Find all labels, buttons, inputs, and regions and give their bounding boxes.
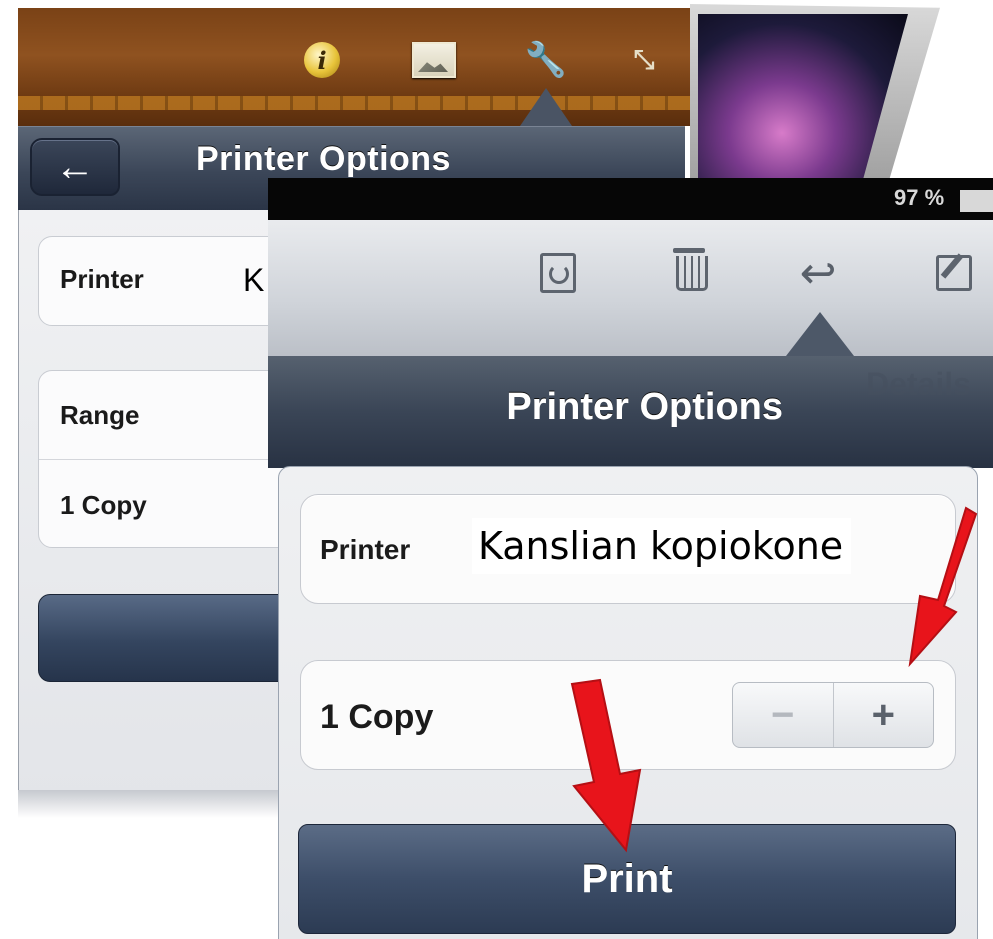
- back-print-button[interactable]: [38, 594, 300, 682]
- increment-button[interactable]: +: [834, 683, 934, 747]
- popover-title: Printer Options: [506, 386, 783, 428]
- back-arrow-icon: ←: [55, 144, 95, 189]
- wood-toolbar-trim: [18, 96, 696, 110]
- details-ghost-text: Details: [866, 366, 971, 402]
- info-icon[interactable]: i: [300, 38, 344, 82]
- reply-icon[interactable]: ↩: [798, 249, 838, 298]
- popover-pointer: [786, 312, 854, 356]
- printer-value: Kanslian kopiokone: [472, 518, 852, 574]
- copies-stepper: − +: [732, 682, 934, 748]
- battery-icon: [960, 190, 993, 212]
- battery-percent: 97 %: [894, 185, 945, 210]
- back-printer-value: K: [243, 262, 265, 298]
- wrench-icon[interactable]: 🔧: [524, 38, 568, 82]
- back-popover-title: Printer Options: [196, 140, 451, 178]
- foreground-printer-options-panel: 97 % ↩ Details Printer Options Printer K…: [268, 178, 993, 939]
- mail-toolbar: [268, 220, 993, 372]
- print-button[interactable]: Print: [298, 824, 956, 934]
- back-copy-label: 1 Copy: [60, 490, 147, 520]
- popover-pointer: [520, 88, 572, 126]
- back-options-group: [38, 370, 300, 548]
- back-printer-label: Printer: [60, 264, 144, 294]
- compose-icon[interactable]: [934, 250, 974, 296]
- back-popover-shadow: [18, 790, 285, 818]
- back-range-label[interactable]: Range: [60, 400, 139, 431]
- image-icon[interactable]: [412, 38, 456, 82]
- copies-label: 1 Copy: [320, 698, 434, 736]
- trash-icon[interactable]: [672, 247, 712, 296]
- back-button[interactable]: ←: [30, 138, 120, 196]
- folder-icon[interactable]: [538, 250, 578, 296]
- expand-icon[interactable]: ⤡: [622, 38, 666, 82]
- decrement-button[interactable]: −: [733, 683, 834, 747]
- status-bar: 97 %: [268, 178, 993, 220]
- printer-label: Printer: [320, 534, 411, 565]
